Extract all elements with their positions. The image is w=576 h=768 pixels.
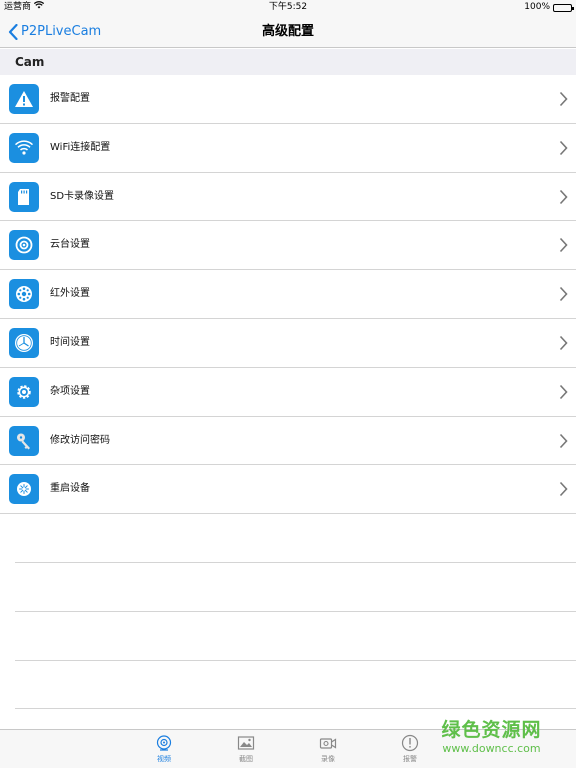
tab-label: 视频 (157, 755, 171, 763)
settings-row-sd-card[interactable]: SD卡录像设置 (0, 172, 576, 222)
empty-row-divider (15, 660, 576, 661)
alarm-icon (401, 734, 419, 752)
row-label: 时间设置 (50, 336, 90, 348)
settings-row-time[interactable]: 时间设置 (0, 318, 576, 368)
sd-card-icon (9, 181, 39, 212)
infrared-icon (9, 279, 39, 310)
record-icon (319, 738, 337, 749)
row-label: 报警配置 (50, 93, 90, 104)
chevron-right-icon (559, 140, 568, 155)
warning-icon (9, 84, 39, 114)
status-bar: 运营商 下午5:52 100% (0, 0, 576, 15)
chevron-right-icon (559, 433, 568, 448)
settings-list: 报警配置 WiFi连接配置 SD卡录像设置 云台设置 红外设置 时间设置 杂项设… (0, 75, 576, 515)
row-label: 修改访问密码 (50, 434, 110, 446)
chevron-right-icon (559, 91, 568, 107)
settings-row-infrared[interactable]: 红外设置 (0, 270, 576, 319)
settings-row-misc[interactable]: 杂项设置 (0, 367, 576, 417)
status-time: 下午5:52 (268, 2, 308, 12)
tab-label: 报警 (403, 755, 417, 763)
row-label: 红外设置 (50, 288, 90, 300)
tab-bar: 视频 截图 录像 报警 (0, 729, 576, 768)
back-button-label: P2PLiveCam (21, 24, 102, 39)
section-header: Cam (0, 49, 576, 75)
wifi-icon (9, 132, 39, 163)
chevron-right-icon (559, 482, 568, 497)
chevron-right-icon (559, 287, 568, 302)
video-icon (156, 735, 172, 751)
tab-video[interactable]: 视频 (144, 734, 184, 764)
empty-row-divider (15, 708, 576, 709)
ptz-icon (9, 230, 39, 261)
chevron-right-icon (559, 189, 568, 204)
chevron-left-icon (8, 23, 18, 40)
picture-icon (237, 736, 255, 750)
row-label: WiFi连接配置 (50, 141, 111, 153)
row-label: 杂项设置 (50, 385, 90, 397)
row-label: SD卡录像设置 (50, 190, 115, 202)
battery-icon (553, 3, 574, 12)
settings-row-alarm[interactable]: 报警配置 (0, 75, 576, 124)
key-icon (9, 425, 39, 456)
navigation-bar: P2PLiveCam 高级配置 (0, 15, 576, 48)
empty-row-divider (15, 562, 576, 563)
battery-percent: 100% (524, 2, 550, 12)
tab-recording[interactable]: 录像 (308, 734, 348, 764)
empty-row-divider (15, 611, 576, 612)
gear-icon (9, 376, 39, 407)
tab-screenshot[interactable]: 截图 (226, 734, 266, 764)
status-right: 100% (524, 0, 574, 15)
tab-alarm[interactable]: 报警 (390, 734, 430, 764)
chevron-right-icon (559, 335, 568, 351)
clock-icon (9, 327, 39, 358)
settings-row-wifi[interactable]: WiFi连接配置 (0, 123, 576, 173)
chevron-right-icon (559, 238, 568, 253)
settings-row-password[interactable]: 修改访问密码 (0, 416, 576, 466)
settings-row-restart[interactable]: 重启设备 (0, 465, 576, 515)
chevron-right-icon (559, 384, 568, 399)
tab-label: 截图 (239, 755, 253, 763)
tab-label: 录像 (321, 755, 335, 763)
settings-row-ptz[interactable]: 云台设置 (0, 221, 576, 271)
row-label: 云台设置 (50, 239, 90, 251)
restart-icon (9, 474, 39, 505)
back-button[interactable]: P2PLiveCam (8, 15, 101, 48)
row-label: 重启设备 (50, 483, 90, 495)
